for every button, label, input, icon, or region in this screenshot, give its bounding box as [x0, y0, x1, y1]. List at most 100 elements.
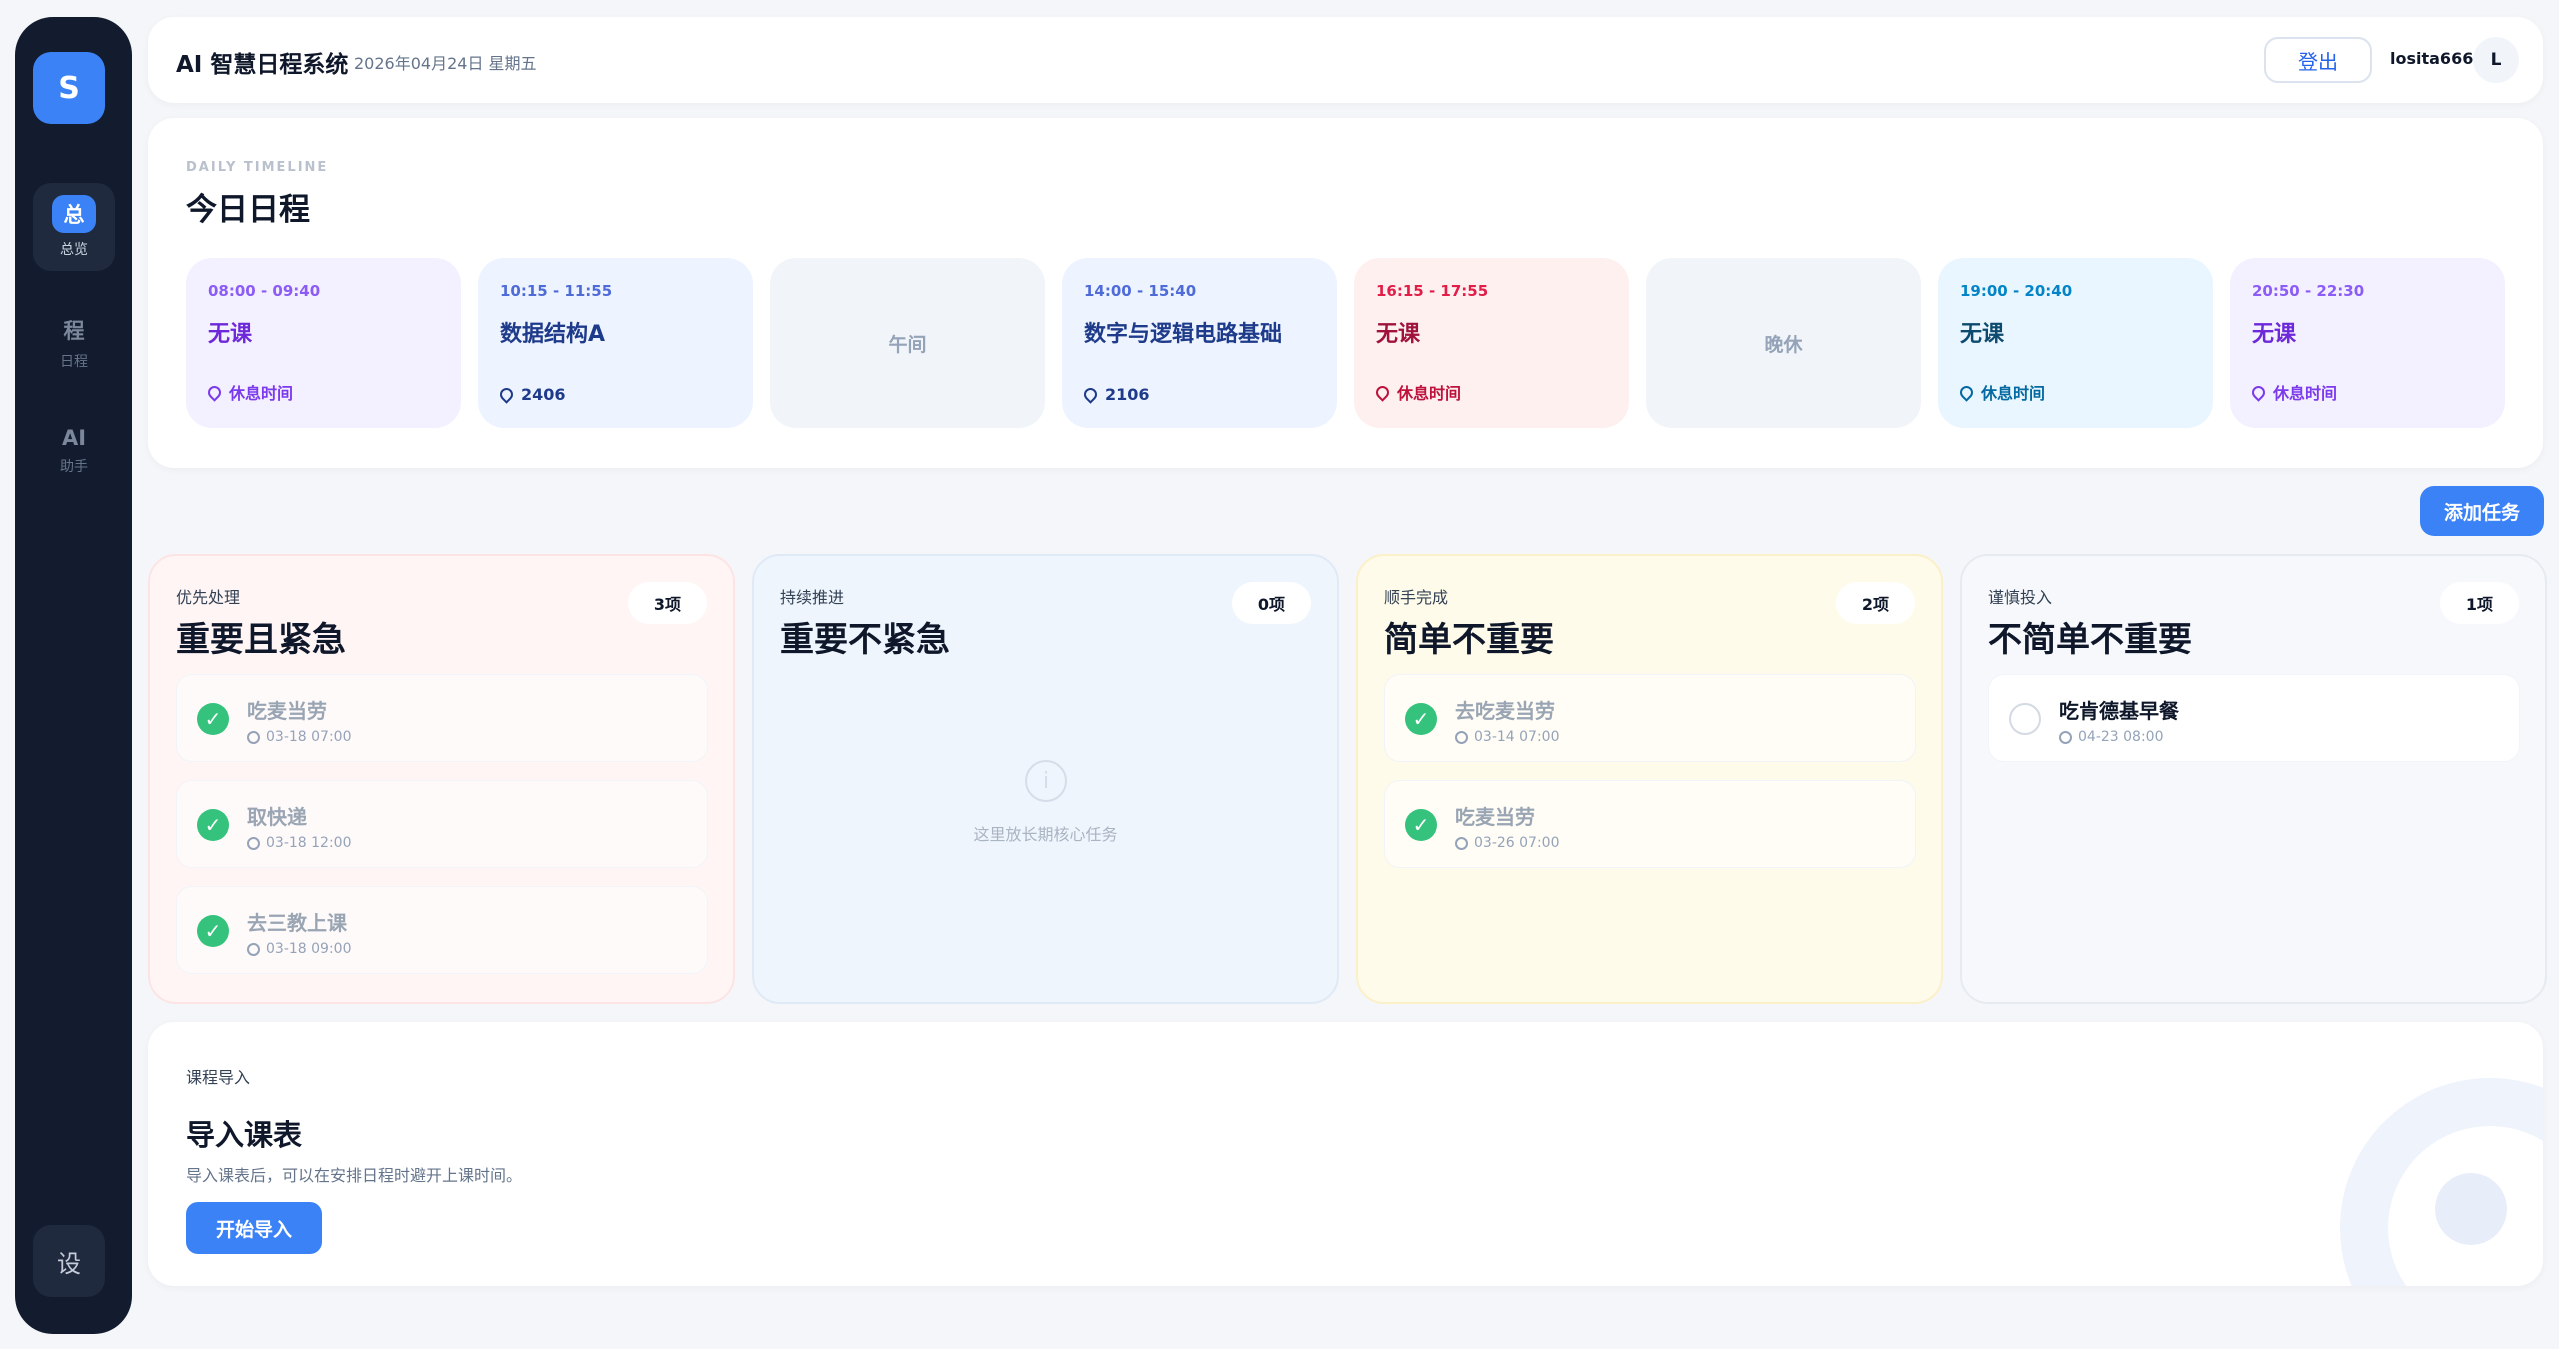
quadrant-title: 重要且紧急: [176, 620, 346, 660]
timeline-slot[interactable]: 08:00 - 09:40 无课 休息时间: [186, 258, 461, 428]
slot-time: 10:15 - 11:55: [500, 282, 613, 300]
slot-location: 2106: [1081, 385, 1150, 404]
slot-location: 2406: [497, 385, 566, 404]
quadrant-label: 优先处理: [176, 588, 241, 607]
task-item[interactable]: ✓ 取快递 03-18 12:00: [176, 780, 708, 868]
nav-assistant-label: 助手: [60, 459, 88, 475]
clock-icon: [1455, 730, 1468, 744]
slot-title: 无课: [1376, 322, 1421, 347]
import-eyebrow: 课程导入: [186, 1068, 251, 1087]
task-title: 去三教上课: [247, 911, 347, 935]
task-item[interactable]: ✓ 吃麦当劳 03-18 07:00: [176, 674, 708, 762]
task-title: 吃肯德基早餐: [2059, 699, 2179, 723]
task-time: 03-26 07:00: [1455, 835, 1559, 851]
timeline-eyebrow: DAILY TIMELINE: [186, 160, 329, 175]
quadrant-urgent-important: 优先处理 重要且紧急 3项 ✓ 吃麦当劳 03-18 07:00 ✓ 取快递 0…: [148, 554, 735, 1004]
quadrant-title: 重要不紧急: [780, 620, 950, 660]
import-title: 导入课表: [186, 1118, 303, 1152]
clock-icon: [247, 836, 260, 850]
checked-icon[interactable]: ✓: [1405, 809, 1437, 841]
checked-icon[interactable]: ✓: [197, 809, 229, 841]
timeline-slot[interactable]: 19:00 - 20:40 无课 休息时间: [1938, 258, 2213, 428]
clock-icon: [247, 730, 260, 744]
slot-time: 14:00 - 15:40: [1084, 282, 1197, 300]
slot-location: 休息时间: [205, 380, 293, 404]
slot-time: 16:15 - 17:55: [1376, 282, 1489, 300]
quadrant-simple-not-important: 顺手完成 简单不重要 2项 ✓ 去吃麦当劳 03-14 07:00 ✓ 吃麦当劳…: [1356, 554, 1943, 1004]
checked-icon[interactable]: ✓: [197, 915, 229, 947]
task-title: 去吃麦当劳: [1455, 699, 1555, 723]
quadrant-count-badge: 1项: [2439, 582, 2519, 624]
import-description: 导入课表后，可以在安排日程时避开上课时间。: [186, 1166, 523, 1185]
location-pin-icon: [497, 385, 516, 404]
task-time: 03-18 09:00: [247, 941, 351, 957]
quadrant-label: 谨慎投入: [1988, 588, 2053, 607]
task-time: 04-23 08:00: [2059, 729, 2163, 745]
slot-title: 无课: [1960, 322, 2005, 347]
quadrant-label: 持续推进: [780, 588, 845, 607]
start-import-button[interactable]: 开始导入: [186, 1202, 322, 1254]
slot-location: 休息时间: [1373, 380, 1461, 404]
task-item[interactable]: 吃肯德基早餐 04-23 08:00: [1988, 674, 2520, 762]
unchecked-circle-icon[interactable]: [2009, 703, 2041, 735]
slot-time: 20:50 - 22:30: [2252, 282, 2365, 300]
quadrant-important-not-urgent: 持续推进 重要不紧急 0项 i 这里放长期核心任务: [752, 554, 1339, 1004]
quadrant-count-badge: 0项: [1231, 582, 1311, 624]
clock-icon: [2059, 730, 2072, 744]
assistant-icon: AI: [61, 426, 87, 450]
slot-location: 休息时间: [2249, 380, 2337, 404]
clock-icon: [247, 942, 260, 956]
location-pin-icon: [205, 382, 224, 402]
timeline-break-noon: 午间: [770, 258, 1045, 428]
task-time: 03-18 12:00: [247, 835, 351, 851]
timeline-slot[interactable]: 14:00 - 15:40 数字与逻辑电路基础 2106: [1062, 258, 1337, 428]
task-item[interactable]: ✓ 去三教上课 03-18 09:00: [176, 886, 708, 974]
location-pin-icon: [1081, 385, 1100, 404]
checked-icon[interactable]: ✓: [1405, 703, 1437, 735]
add-task-button[interactable]: 添加任务: [2420, 486, 2544, 536]
slot-time: 08:00 - 09:40: [208, 282, 321, 300]
settings-button[interactable]: 设: [33, 1225, 105, 1297]
schedule-icon: 程: [63, 319, 85, 343]
checked-icon[interactable]: ✓: [197, 703, 229, 735]
overview-icon: 总: [52, 195, 96, 233]
info-icon: i: [1025, 760, 1067, 802]
timeline-slot[interactable]: 20:50 - 22:30 无课 休息时间: [2230, 258, 2505, 428]
nav-overview-label: 总览: [60, 242, 88, 258]
task-time: 03-14 07:00: [1455, 729, 1559, 745]
task-title: 吃麦当劳: [247, 699, 327, 723]
decorative-dot: [2435, 1173, 2507, 1245]
task-title: 取快递: [247, 805, 307, 829]
timeline-slot[interactable]: 10:15 - 11:55 数据结构A 2406: [478, 258, 753, 428]
timeline-title: 今日日程: [186, 192, 310, 228]
timeline-slot[interactable]: 16:15 - 17:55 无课 休息时间: [1354, 258, 1629, 428]
top-header: AI 智慧日程系统 2026年04月24日 星期五 登出 losita666 L: [148, 17, 2543, 103]
task-time: 03-18 07:00: [247, 729, 351, 745]
slot-location: 休息时间: [1957, 380, 2045, 404]
current-date: 2026年04月24日 星期五: [354, 54, 537, 73]
slot-time: 19:00 - 20:40: [1960, 282, 2073, 300]
nav-schedule[interactable]: 程 日程: [33, 299, 115, 387]
quadrant-title: 不简单不重要: [1988, 620, 2192, 660]
task-item[interactable]: ✓ 吃麦当劳 03-26 07:00: [1384, 780, 1916, 868]
quadrant-label: 顺手完成: [1384, 588, 1449, 607]
nav-overview[interactable]: 总 总览: [33, 183, 115, 271]
task-title: 吃麦当劳: [1455, 805, 1535, 829]
quadrant-title: 简单不重要: [1384, 620, 1554, 660]
slot-title: 数据结构A: [500, 322, 606, 347]
avatar[interactable]: L: [2473, 37, 2519, 83]
daily-timeline: DAILY TIMELINE 今日日程 08:00 - 09:40 无课 休息时…: [148, 118, 2543, 468]
location-pin-icon: [2249, 382, 2268, 402]
logout-button[interactable]: 登出: [2264, 37, 2372, 83]
task-item[interactable]: ✓ 去吃麦当劳 03-14 07:00: [1384, 674, 1916, 762]
quadrant-not-simple-not-important: 谨慎投入 不简单不重要 1项 吃肯德基早餐 04-23 08:00: [1960, 554, 2547, 1004]
quadrant-count-badge: 2项: [1835, 582, 1915, 624]
location-pin-icon: [1373, 382, 1392, 402]
quadrant-count-badge: 3项: [627, 582, 707, 624]
slot-title: 无课: [208, 322, 253, 347]
nav-assistant[interactable]: AI 助手: [33, 407, 115, 495]
import-schedule-card: 课程导入 导入课表 导入课表后，可以在安排日程时避开上课时间。 开始导入: [148, 1022, 2543, 1286]
timeline-break-evening: 晚休: [1646, 258, 1921, 428]
location-pin-icon: [1957, 382, 1976, 402]
app-logo[interactable]: S: [33, 52, 105, 124]
